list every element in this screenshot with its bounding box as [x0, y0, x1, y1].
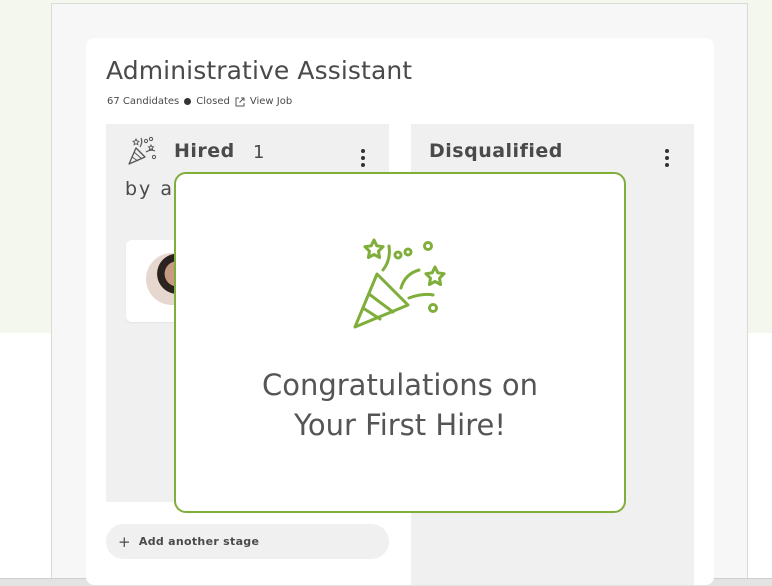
view-job-link[interactable]: View Job	[250, 96, 292, 107]
party-popper-icon	[353, 238, 446, 329]
congratulations-line-1: Congratulations on	[261, 368, 539, 402]
status-dot-icon	[184, 98, 192, 105]
plus-icon: +	[118, 532, 131, 551]
disqualified-column-menu-icon[interactable]	[665, 149, 669, 167]
add-stage-label: Add another stage	[138, 535, 260, 548]
job-meta: 67 Candidates Closed View Job	[107, 96, 292, 107]
hired-column-subtext: by a	[125, 178, 174, 200]
job-status: Closed	[196, 96, 230, 107]
hired-column-menu-icon[interactable]	[361, 149, 365, 167]
job-title: Administrative Assistant	[106, 56, 413, 85]
candidate-count[interactable]: 67 Candidates	[107, 96, 179, 107]
hired-count-badge: 1	[253, 142, 265, 163]
add-stage-button[interactable]: + Add another stage	[106, 524, 389, 559]
first-hire-modal	[174, 172, 626, 513]
congratulations-line-2: Your First Hire!	[294, 408, 506, 442]
disqualified-column-title: Disqualified	[429, 140, 563, 162]
congratulations-message: Congratulations on Your First Hire!	[174, 365, 626, 445]
party-popper-icon	[128, 136, 157, 165]
external-link-icon	[235, 97, 245, 106]
hired-column-title: Hired	[174, 140, 235, 162]
